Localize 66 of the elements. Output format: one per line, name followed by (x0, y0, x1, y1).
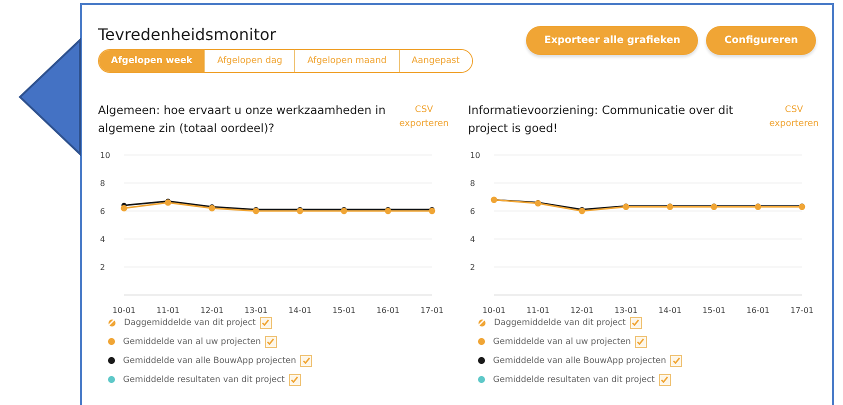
y-tick-label: 10 (470, 151, 480, 160)
csv-export-link[interactable]: CSV exporteren (768, 101, 820, 145)
x-tick-label: 15-01 (702, 306, 726, 315)
x-tick-label: 11-01 (156, 306, 180, 315)
x-tick-label: 17-01 (420, 306, 444, 315)
x-tick-label: 15-01 (332, 306, 356, 315)
checkmark-icon (636, 337, 646, 346)
chart-title: Algemeen: hoe ervaart u onze werkzaamheden in algemene zin (totaal oordeel)? (98, 102, 387, 137)
chart-title: Informatievoorziening: Communicatie over dit project is goed! (468, 102, 734, 137)
legend-checkbox[interactable] (264, 336, 277, 348)
checkmark-icon (302, 356, 311, 365)
y-tick-label: 10 (100, 151, 110, 160)
x-tick-label: 10-01 (482, 306, 506, 315)
data-point (798, 204, 806, 210)
legend-checkbox[interactable] (634, 336, 647, 348)
page-title: Tevredenheidsmonitor (98, 25, 278, 44)
legend-label: Gemiddelde van al uw projecten (493, 336, 631, 346)
checkmark-icon (631, 318, 640, 327)
action-button[interactable]: Exporteer alle grafieken (526, 26, 698, 55)
checkmark-icon (266, 337, 276, 346)
x-tick-label: 13-01 (244, 306, 268, 315)
x-tick-label: 12-01 (200, 306, 224, 315)
data-point (622, 204, 630, 210)
x-tick-label: 16-01 (746, 306, 770, 315)
legend-checkbox[interactable] (658, 374, 671, 386)
x-tick-label: 16-01 (376, 306, 400, 315)
csv-export-link[interactable]: CSV exporteren (398, 101, 450, 145)
legend-label: Gemiddelde van al uw projecten (123, 336, 261, 346)
data-point (490, 196, 498, 203)
action-button[interactable]: Configureren (706, 26, 816, 55)
legend-label: Gemiddelde resultaten van dit project (493, 374, 655, 384)
y-tick-label: 8 (100, 179, 106, 188)
x-tick-label: 17-01 (790, 306, 814, 315)
data-point (754, 204, 762, 210)
checkmark-icon (290, 375, 300, 384)
x-tick-label: 12-01 (570, 306, 594, 315)
legend-checkbox[interactable] (670, 354, 682, 366)
legend-label: Gemiddelde van alle BouwApp projecten (123, 356, 296, 366)
data-point (666, 204, 674, 210)
x-tick-label: 14-01 (288, 306, 312, 315)
y-tick-label: 4 (470, 235, 476, 244)
legend-label: Gemiddelde van alle BouwApp projecten (493, 356, 666, 366)
checkmark-icon (672, 356, 681, 365)
y-tick-label: 2 (100, 263, 106, 272)
period-tab[interactable]: Aangepast (398, 50, 472, 72)
legend-label: Daggemiddelde van dit project (124, 318, 256, 328)
x-tick-label: 14-01 (658, 306, 682, 315)
checkmark-icon (261, 318, 270, 327)
legend-checkbox[interactable] (300, 354, 312, 366)
period-tab[interactable]: Afgelopen week (99, 50, 204, 72)
y-tick-label: 4 (100, 235, 106, 244)
checkmark-icon (660, 375, 670, 384)
legend-checkbox[interactable] (288, 374, 301, 386)
x-tick-label: 10-01 (112, 306, 136, 315)
data-point (710, 204, 718, 210)
data-point (534, 200, 542, 206)
y-tick-label: 8 (470, 179, 476, 188)
y-tick-label: 6 (470, 207, 476, 216)
x-tick-label: 11-01 (526, 306, 550, 315)
y-tick-label: 2 (470, 263, 476, 272)
legend-label: Daggemiddelde van dit project (494, 318, 626, 328)
legend-label: Gemiddelde resultaten van dit project (123, 374, 285, 384)
y-tick-label: 6 (100, 207, 106, 216)
legend-checkbox[interactable] (260, 316, 272, 328)
legend-checkbox[interactable] (630, 316, 642, 328)
x-tick-label: 13-01 (614, 306, 638, 315)
